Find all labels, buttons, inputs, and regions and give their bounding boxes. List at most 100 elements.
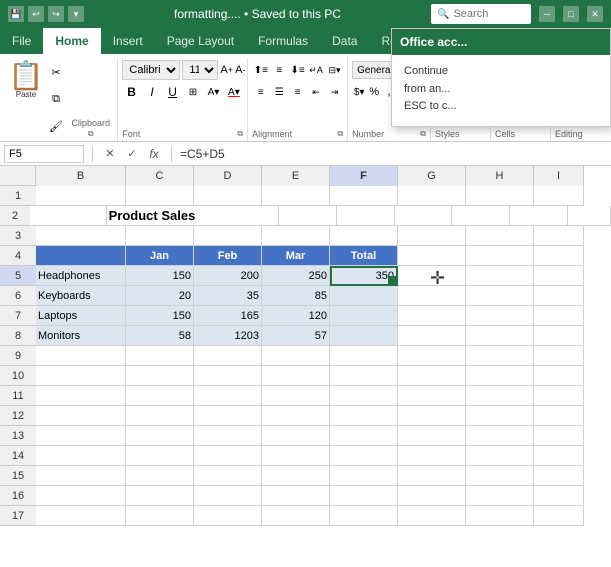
- cell-h14[interactable]: [466, 446, 534, 466]
- cell-h13[interactable]: [466, 426, 534, 446]
- cell-i15[interactable]: [534, 466, 584, 486]
- cell-b13[interactable]: [36, 426, 126, 446]
- cell-d4[interactable]: Feb: [194, 246, 262, 266]
- cell-e6[interactable]: 85: [262, 286, 330, 306]
- name-box[interactable]: F5: [4, 145, 84, 163]
- cell-f5[interactable]: 350: [330, 266, 398, 286]
- cell-f16[interactable]: [330, 486, 398, 506]
- cell-d13[interactable]: [194, 426, 262, 446]
- cell-e9[interactable]: [262, 346, 330, 366]
- row-header-3[interactable]: 3: [0, 226, 36, 246]
- cell-h5[interactable]: [466, 266, 534, 286]
- search-input[interactable]: [453, 8, 513, 20]
- tab-formulas[interactable]: Formulas: [246, 28, 320, 54]
- cell-f14[interactable]: [330, 446, 398, 466]
- fill-color-button[interactable]: A▾: [204, 82, 222, 102]
- cell-b3[interactable]: [36, 226, 126, 246]
- office-popup[interactable]: Office acc... Continue from an... ESC to…: [391, 28, 611, 127]
- bold-button[interactable]: B: [122, 82, 140, 102]
- fill-handle[interactable]: [388, 276, 396, 284]
- cell-d3[interactable]: [194, 226, 262, 246]
- align-bottom-button[interactable]: ⬇≡: [289, 60, 306, 80]
- cell-f11[interactable]: [330, 386, 398, 406]
- cell-h15[interactable]: [466, 466, 534, 486]
- row-header-13[interactable]: 13: [0, 426, 36, 446]
- cell-h3[interactable]: [466, 226, 534, 246]
- cell-e14[interactable]: [262, 446, 330, 466]
- row-header-14[interactable]: 14: [0, 446, 36, 466]
- maximize-icon[interactable]: □: [563, 6, 579, 22]
- align-top-button[interactable]: ⬆≡: [252, 60, 269, 80]
- save-icon[interactable]: 💾: [8, 6, 24, 22]
- cell-g5[interactable]: [398, 266, 466, 286]
- cell-b6[interactable]: Keyboards: [36, 286, 126, 306]
- cell-d8[interactable]: 1203: [194, 326, 262, 346]
- percent-button[interactable]: %: [367, 82, 381, 102]
- customize-icon[interactable]: ▾: [68, 6, 84, 22]
- cell-b9[interactable]: [36, 346, 126, 366]
- row-header-11[interactable]: 11: [0, 386, 36, 406]
- cell-b11[interactable]: [36, 386, 126, 406]
- cell-e1[interactable]: [262, 186, 330, 206]
- search-box[interactable]: 🔍: [431, 4, 531, 24]
- formula-confirm-button[interactable]: ✓: [123, 145, 141, 163]
- merge-center-button[interactable]: ⊟▾: [326, 60, 343, 80]
- cell-c8[interactable]: 58: [126, 326, 194, 346]
- formula-input[interactable]: [180, 147, 607, 161]
- accounting-button[interactable]: $▾: [352, 82, 366, 102]
- cell-e10[interactable]: [262, 366, 330, 386]
- indent-decrease-button[interactable]: ⇤: [307, 82, 324, 102]
- row-header-5[interactable]: 5: [0, 266, 36, 286]
- cell-g17[interactable]: [398, 506, 466, 526]
- undo-icon[interactable]: ↩: [28, 6, 44, 22]
- cell-d10[interactable]: [194, 366, 262, 386]
- cell-i2[interactable]: [568, 206, 611, 226]
- align-center-button[interactable]: ☰: [271, 82, 288, 102]
- cell-c17[interactable]: [126, 506, 194, 526]
- cell-i6[interactable]: [534, 286, 584, 306]
- tab-file[interactable]: File: [0, 28, 43, 54]
- cell-d15[interactable]: [194, 466, 262, 486]
- cell-h10[interactable]: [466, 366, 534, 386]
- cell-h11[interactable]: [466, 386, 534, 406]
- row-header-1[interactable]: 1: [0, 186, 36, 206]
- formula-cancel-button[interactable]: ✕: [101, 145, 119, 163]
- cell-c10[interactable]: [126, 366, 194, 386]
- decrease-font-button[interactable]: A-: [235, 60, 245, 80]
- cell-h12[interactable]: [466, 406, 534, 426]
- col-header-i[interactable]: I: [534, 166, 584, 186]
- cell-b12[interactable]: [36, 406, 126, 426]
- cell-b14[interactable]: [36, 446, 126, 466]
- cell-c16[interactable]: [126, 486, 194, 506]
- cell-i11[interactable]: [534, 386, 584, 406]
- cut-button[interactable]: ✂: [46, 64, 66, 82]
- cell-h2[interactable]: [510, 206, 568, 226]
- row-header-7[interactable]: 7: [0, 306, 36, 326]
- cell-c15[interactable]: [126, 466, 194, 486]
- cell-i1[interactable]: [534, 186, 584, 206]
- font-color-button[interactable]: A▾: [225, 82, 243, 102]
- cell-g12[interactable]: [398, 406, 466, 426]
- cell-g11[interactable]: [398, 386, 466, 406]
- cell-e13[interactable]: [262, 426, 330, 446]
- cell-b15[interactable]: [36, 466, 126, 486]
- cell-b17[interactable]: [36, 506, 126, 526]
- cell-e5[interactable]: 250: [262, 266, 330, 286]
- cell-c1[interactable]: [126, 186, 194, 206]
- insert-function-button[interactable]: fx: [145, 145, 163, 163]
- cell-c11[interactable]: [126, 386, 194, 406]
- font-size-select[interactable]: 11: [182, 60, 218, 80]
- cell-d1[interactable]: [194, 186, 262, 206]
- cell-b16[interactable]: [36, 486, 126, 506]
- cell-e11[interactable]: [262, 386, 330, 406]
- tab-page-layout[interactable]: Page Layout: [155, 28, 246, 54]
- col-header-f[interactable]: F: [330, 166, 398, 186]
- cell-b4[interactable]: [36, 246, 126, 266]
- cell-i9[interactable]: [534, 346, 584, 366]
- row-header-9[interactable]: 9: [0, 346, 36, 366]
- cell-d14[interactable]: [194, 446, 262, 466]
- tab-home[interactable]: Home: [43, 28, 100, 54]
- cell-e7[interactable]: 120: [262, 306, 330, 326]
- cell-i16[interactable]: [534, 486, 584, 506]
- cell-f7[interactable]: [330, 306, 398, 326]
